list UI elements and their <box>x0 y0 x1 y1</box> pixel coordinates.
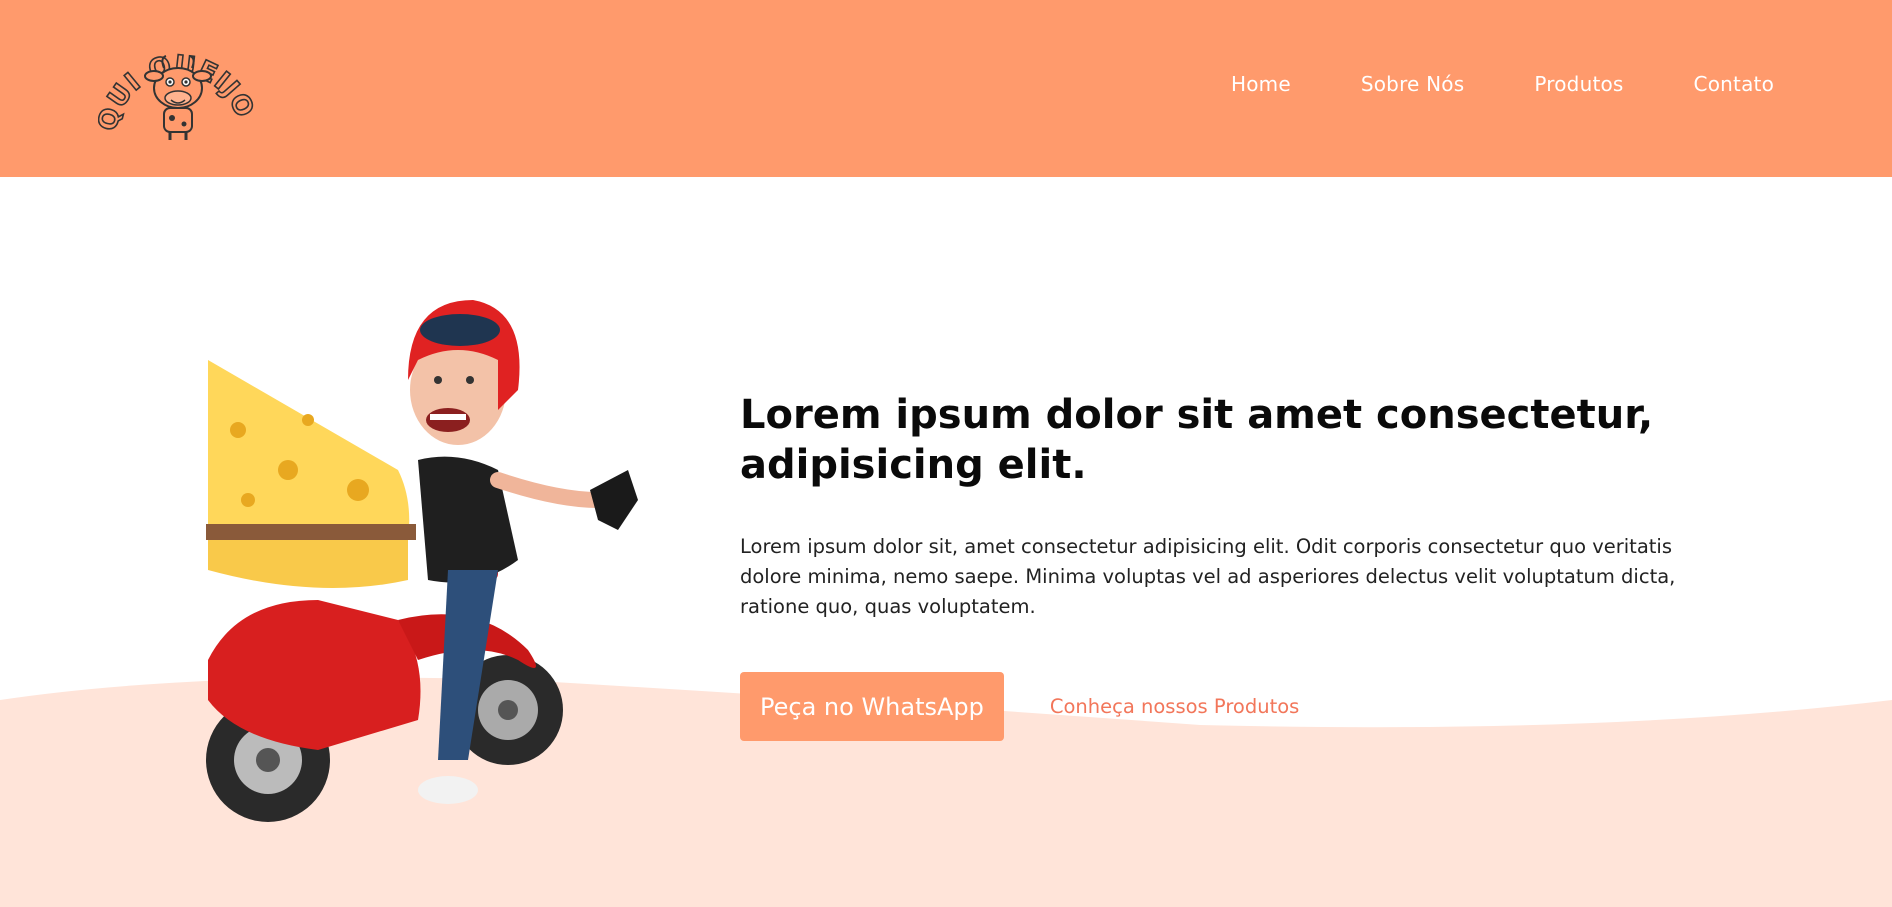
cheese-delivery-scooter-icon <box>206 300 638 822</box>
site-header: QUI QUEIJO BOM SÓ Home Sobre Nós Produto… <box>0 0 1892 177</box>
cow-logo-icon: QUI QUEIJO BOM SÓ <box>84 0 262 140</box>
nav-about-link[interactable]: Sobre Nós <box>1361 72 1465 96</box>
hero-illustration <box>198 300 678 840</box>
hero-description: Lorem ipsum dolor sit, amet consectetur … <box>740 535 1676 618</box>
brand-logo[interactable]: QUI QUEIJO BOM SÓ <box>84 0 262 158</box>
hero-actions: Peça no WhatsApp Conheça nossos Produtos <box>740 672 1740 741</box>
nav-contact-link[interactable]: Contato <box>1694 72 1774 96</box>
hero-section: Lorem ipsum dolor sit amet consectetur, … <box>740 390 1740 741</box>
nav-home-link[interactable]: Home <box>1231 72 1291 96</box>
hero-title: Lorem ipsum dolor sit amet consectetur, … <box>740 392 1654 488</box>
nav-products-link[interactable]: Produtos <box>1534 72 1623 96</box>
whatsapp-order-button[interactable]: Peça no WhatsApp <box>740 672 1004 741</box>
products-link[interactable]: Conheça nossos Produtos <box>1050 695 1299 718</box>
main-nav: Home Sobre Nós Produtos Contato <box>1231 72 1774 96</box>
